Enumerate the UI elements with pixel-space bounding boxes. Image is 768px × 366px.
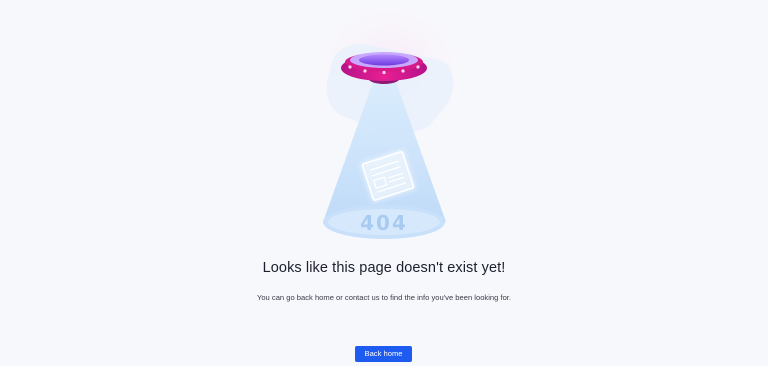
- help-text: You can go back home or contact us to fi…: [256, 293, 512, 302]
- back-home-button[interactable]: Back home: [355, 346, 412, 362]
- page-title: Looks like this page doesn't exist yet!: [262, 260, 506, 276]
- not-found-page: 404 Looks like this page doesn't exist y…: [0, 0, 768, 366]
- ufo-illustration: 404: [310, 3, 470, 239]
- error-code-label: 404: [360, 211, 408, 235]
